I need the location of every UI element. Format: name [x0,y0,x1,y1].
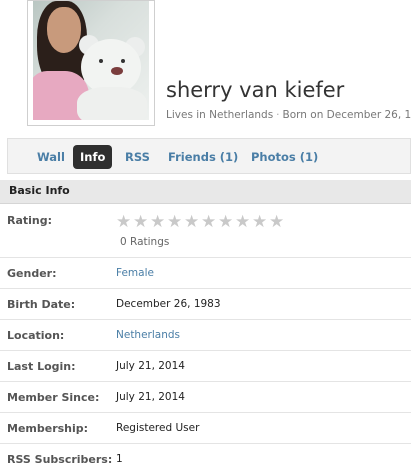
divider [0,257,411,258]
born-on-text: Born on December 26, 1983 [282,109,411,121]
tab-rss[interactable]: RSS [118,145,157,169]
star-icon[interactable]: ★ [116,214,133,231]
divider [0,443,411,444]
ratings-count: 0 Ratings [120,236,170,248]
profile-avatar[interactable] [27,0,155,126]
tab-wall[interactable]: Wall [30,145,72,169]
star-icon[interactable]: ★ [133,214,150,231]
star-icon[interactable]: ★ [218,214,235,231]
divider [0,319,411,320]
field-label: Last Login: [7,360,76,373]
tab-info[interactable]: Info [73,145,113,169]
field-label: Birth Date: [7,298,76,311]
divider [0,381,411,382]
lives-in-text: Lives in Netherlands [166,109,274,121]
field-value-link[interactable]: Netherlands [116,329,180,341]
rating-label: Rating: [7,214,53,227]
section-header: Basic Info [0,180,411,204]
star-icon[interactable]: ★ [167,214,184,231]
field-value: July 21, 2014 [116,360,185,372]
star-icon[interactable]: ★ [235,214,252,231]
divider [0,350,411,351]
star-icon[interactable]: ★ [150,214,167,231]
star-icon[interactable]: ★ [201,214,218,231]
star-icon[interactable]: ★ [184,214,201,231]
field-label: Membership: [7,422,89,435]
rating-stars[interactable]: ★ ★ ★ ★ ★ ★ ★ ★ ★ ★ [116,212,286,231]
teddy-bear-body [77,87,147,120]
field-value: December 26, 1983 [116,298,221,310]
tab-friends[interactable]: Friends (1) [161,145,245,169]
avatar-face [47,7,81,53]
field-label: Location: [7,329,65,342]
teddy-bear-eye [121,59,125,63]
section-title: Basic Info [9,184,70,197]
divider [0,288,411,289]
field-value: Registered User [116,422,200,434]
divider [0,412,411,413]
teddy-bear-nose [111,67,123,75]
field-label: Member Since: [7,391,100,404]
field-value-link[interactable]: Female [116,267,154,279]
profile-name: sherry van kiefer [166,78,345,102]
star-icon[interactable]: ★ [269,214,286,231]
field-label: Gender: [7,267,57,280]
field-value: 1 [116,453,123,465]
profile-tabs: Wall Info RSS Friends (1) Photos (1) [7,138,411,174]
separator-dot: · [276,109,280,121]
teddy-bear-eye [99,59,103,63]
field-label: RSS Subscribers: [7,453,113,466]
avatar-photo [33,1,149,120]
star-icon[interactable]: ★ [252,214,269,231]
field-value: July 21, 2014 [116,391,185,403]
tab-photos[interactable]: Photos (1) [244,145,325,169]
profile-subtitle: Lives in Netherlands · Born on December 26… [166,109,411,121]
